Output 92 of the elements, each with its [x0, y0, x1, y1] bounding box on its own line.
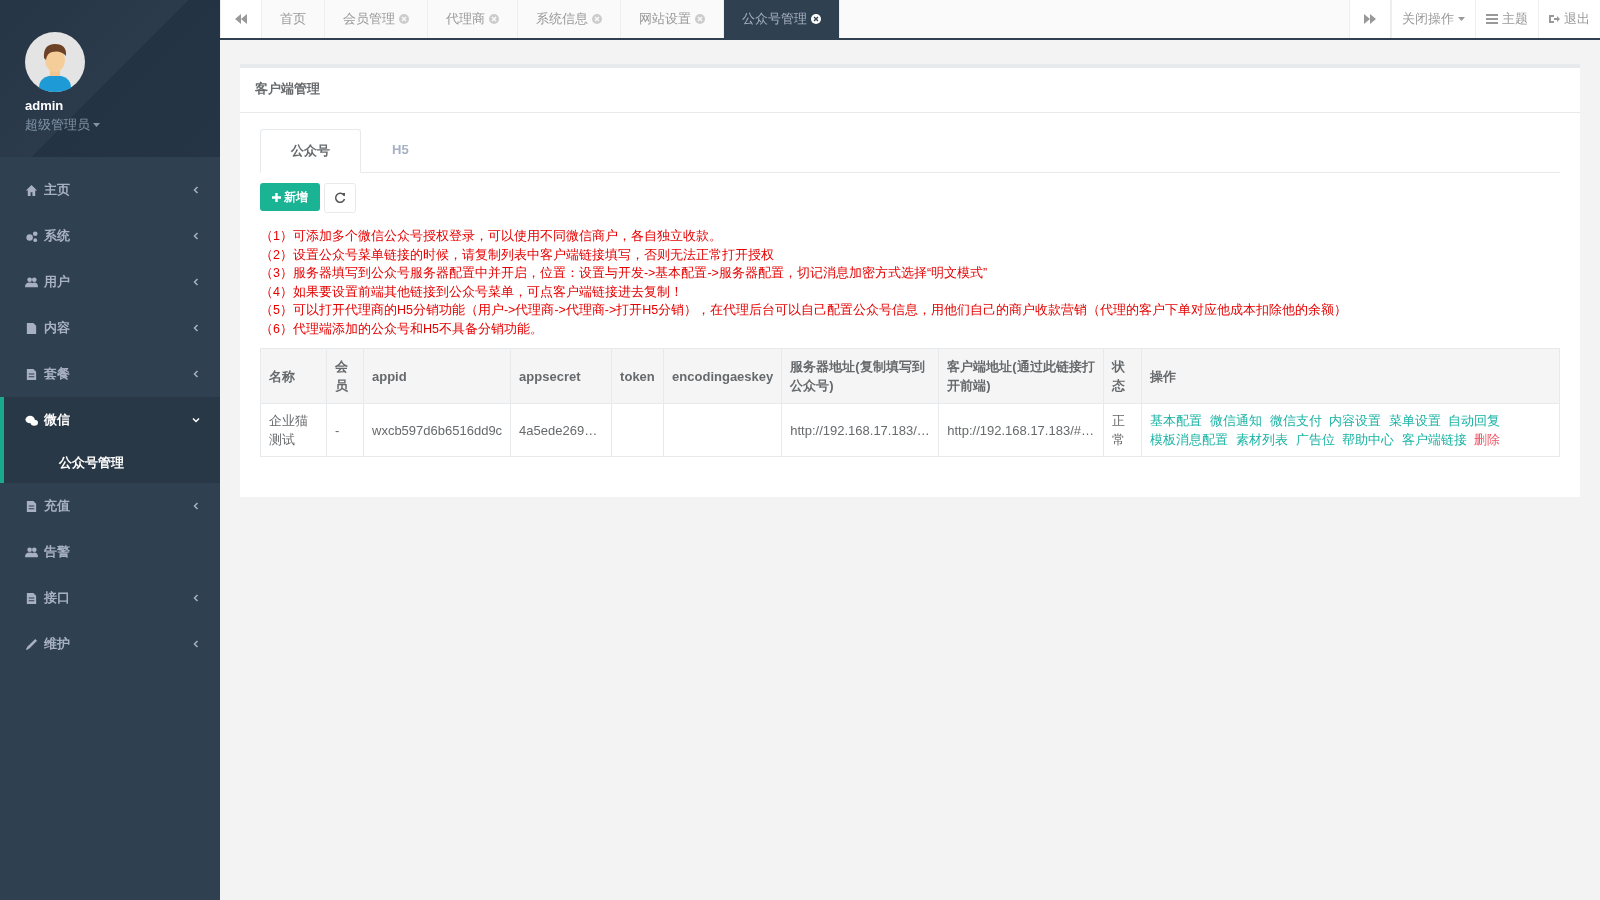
page-tab[interactable]: 首页: [262, 0, 325, 38]
content-tab[interactable]: H5: [361, 129, 440, 173]
list-icon: [1486, 14, 1498, 24]
action-link[interactable]: 帮助中心: [1342, 432, 1395, 447]
column-header: encodingaeskey: [663, 348, 782, 404]
chevron-left-icon: [192, 502, 200, 510]
close-operations-dropdown[interactable]: 关闭操作: [1391, 0, 1475, 38]
document-icon: [25, 367, 38, 381]
sidebar-item[interactable]: 套餐: [0, 351, 220, 397]
note-text: （4）如果要设置前端其他链接到公众号菜单，可点客户端链接进去复制！: [260, 283, 684, 301]
scroll-left-button[interactable]: [220, 0, 262, 38]
avatar: [25, 32, 85, 92]
column-header: 名称: [260, 348, 327, 404]
action-link[interactable]: 菜单设置: [1388, 413, 1441, 428]
column-header: 客户端地址(通过此链接打开前端): [938, 348, 1104, 404]
chevron-left-icon: [192, 324, 200, 332]
refresh-icon: [334, 192, 346, 204]
file-icon: [25, 321, 38, 335]
page-tab[interactable]: 会员管理: [325, 0, 428, 38]
double-left-arrow-icon: [235, 14, 247, 24]
chevron-left-icon: [192, 594, 200, 602]
plus-icon: [272, 192, 281, 202]
column-header: 会员: [326, 348, 364, 404]
action-link[interactable]: 广告位: [1295, 432, 1335, 447]
column-header: 状态: [1103, 348, 1142, 404]
add-button[interactable]: 新增: [260, 183, 320, 211]
double-right-arrow-icon: [1364, 14, 1376, 24]
note-text: （2）设置公众号菜单链接的时候，请复制列表中客户端链接填写，否则无法正常打开授权: [260, 246, 775, 264]
gears-icon: [25, 229, 38, 243]
caret-icon: [1458, 17, 1465, 21]
sidebar-item[interactable]: 内容: [0, 305, 220, 351]
delete-link[interactable]: 删除: [1474, 432, 1501, 447]
action-link[interactable]: 基本配置: [1150, 413, 1203, 428]
chevron-left-icon: [192, 186, 200, 194]
sidebar-item[interactable]: 充值: [0, 483, 220, 529]
sidebar-item[interactable]: 接口: [0, 575, 220, 621]
column-header: appsecret: [510, 348, 612, 404]
chevron-left-icon: [192, 278, 200, 286]
sidebar-item[interactable]: 维护: [0, 621, 220, 667]
close-icon[interactable]: [811, 14, 821, 24]
user-role-dropdown[interactable]: 超级管理员: [25, 116, 100, 134]
logout-button[interactable]: 退出: [1538, 0, 1600, 38]
column-header: appid: [363, 348, 511, 404]
note-text: （6）代理端添加的公众号和H5不具备分销功能。: [260, 320, 544, 338]
wrench-icon: [25, 637, 38, 651]
page-tab[interactable]: 系统信息: [518, 0, 621, 38]
sidebar-item[interactable]: 微信: [0, 397, 220, 443]
action-link[interactable]: 自动回复: [1448, 413, 1501, 428]
chevron-left-icon: [192, 640, 200, 648]
action-link[interactable]: 模板消息配置: [1150, 432, 1229, 447]
caret-icon: [93, 123, 100, 127]
page-tab[interactable]: 代理商: [428, 0, 518, 38]
user-name: admin: [25, 98, 64, 113]
page-tab[interactable]: 公众号管理: [724, 0, 840, 38]
sidebar-item[interactable]: 系统: [0, 213, 220, 259]
document-icon: [25, 499, 38, 513]
content-tab[interactable]: 公众号: [260, 129, 361, 173]
home-icon: [25, 183, 38, 197]
note-text: （3）服务器填写到公众号服务器配置中并开启，位置：设置与开发->基本配置->服务器配置，切记消息加密方式选择“明文模式”: [260, 265, 989, 282]
chevron-down-icon: [192, 416, 200, 424]
sign-out-icon: [1549, 14, 1560, 24]
sidebar-item[interactable]: 告警: [0, 529, 220, 575]
table-cell: 4a5ede269…: [510, 403, 612, 457]
theme-button[interactable]: 主题: [1475, 0, 1538, 38]
column-header: 操作: [1141, 348, 1560, 404]
table-cell: 正常: [1103, 403, 1142, 457]
action-link[interactable]: 微信通知: [1209, 413, 1262, 428]
users-icon: [25, 545, 38, 559]
chat-icon: [25, 413, 38, 427]
action-link[interactable]: 微信支付: [1269, 413, 1322, 428]
users-icon: [25, 275, 38, 289]
table-cell: http://192.168.17.183/#…: [938, 403, 1104, 457]
scroll-right-button[interactable]: [1349, 0, 1391, 38]
sidebar-subitem[interactable]: 公众号管理: [0, 443, 220, 483]
column-header: token: [611, 348, 664, 404]
action-link[interactable]: 内容设置: [1329, 413, 1382, 428]
chevron-left-icon: [192, 370, 200, 378]
refresh-button[interactable]: [324, 183, 356, 213]
action-link[interactable]: 客户端链接: [1401, 432, 1467, 447]
action-link[interactable]: 素材列表: [1235, 432, 1288, 447]
table-cell: 企业猫测试: [260, 403, 327, 457]
chevron-left-icon: [192, 232, 200, 240]
table-cell: -: [326, 403, 364, 457]
sidebar-item[interactable]: 用户: [0, 259, 220, 305]
note-text: （1）可添加多个微信公众号授权登录，可以使用不同微信商户，各自独立收款。: [260, 228, 723, 245]
table-cell: wxcb597d6b6516dd9c: [363, 403, 511, 457]
panel-title: 客户端管理: [240, 68, 1580, 113]
sidebar-item[interactable]: 主页: [0, 167, 220, 213]
column-header: 服务器地址(复制填写到公众号): [781, 348, 939, 404]
document-icon: [25, 591, 38, 605]
table-cell: http://192.168.17.183/…: [781, 403, 939, 457]
note-text: （5）可以打开代理商的H5分销功能（用户->代理商->代理商->打开H5分销），在代理后台可以自己配置公众号信息，用他们自己的商户收款营销（代理的客户下单对应他成本扣除他的余额）: [260, 302, 1349, 319]
